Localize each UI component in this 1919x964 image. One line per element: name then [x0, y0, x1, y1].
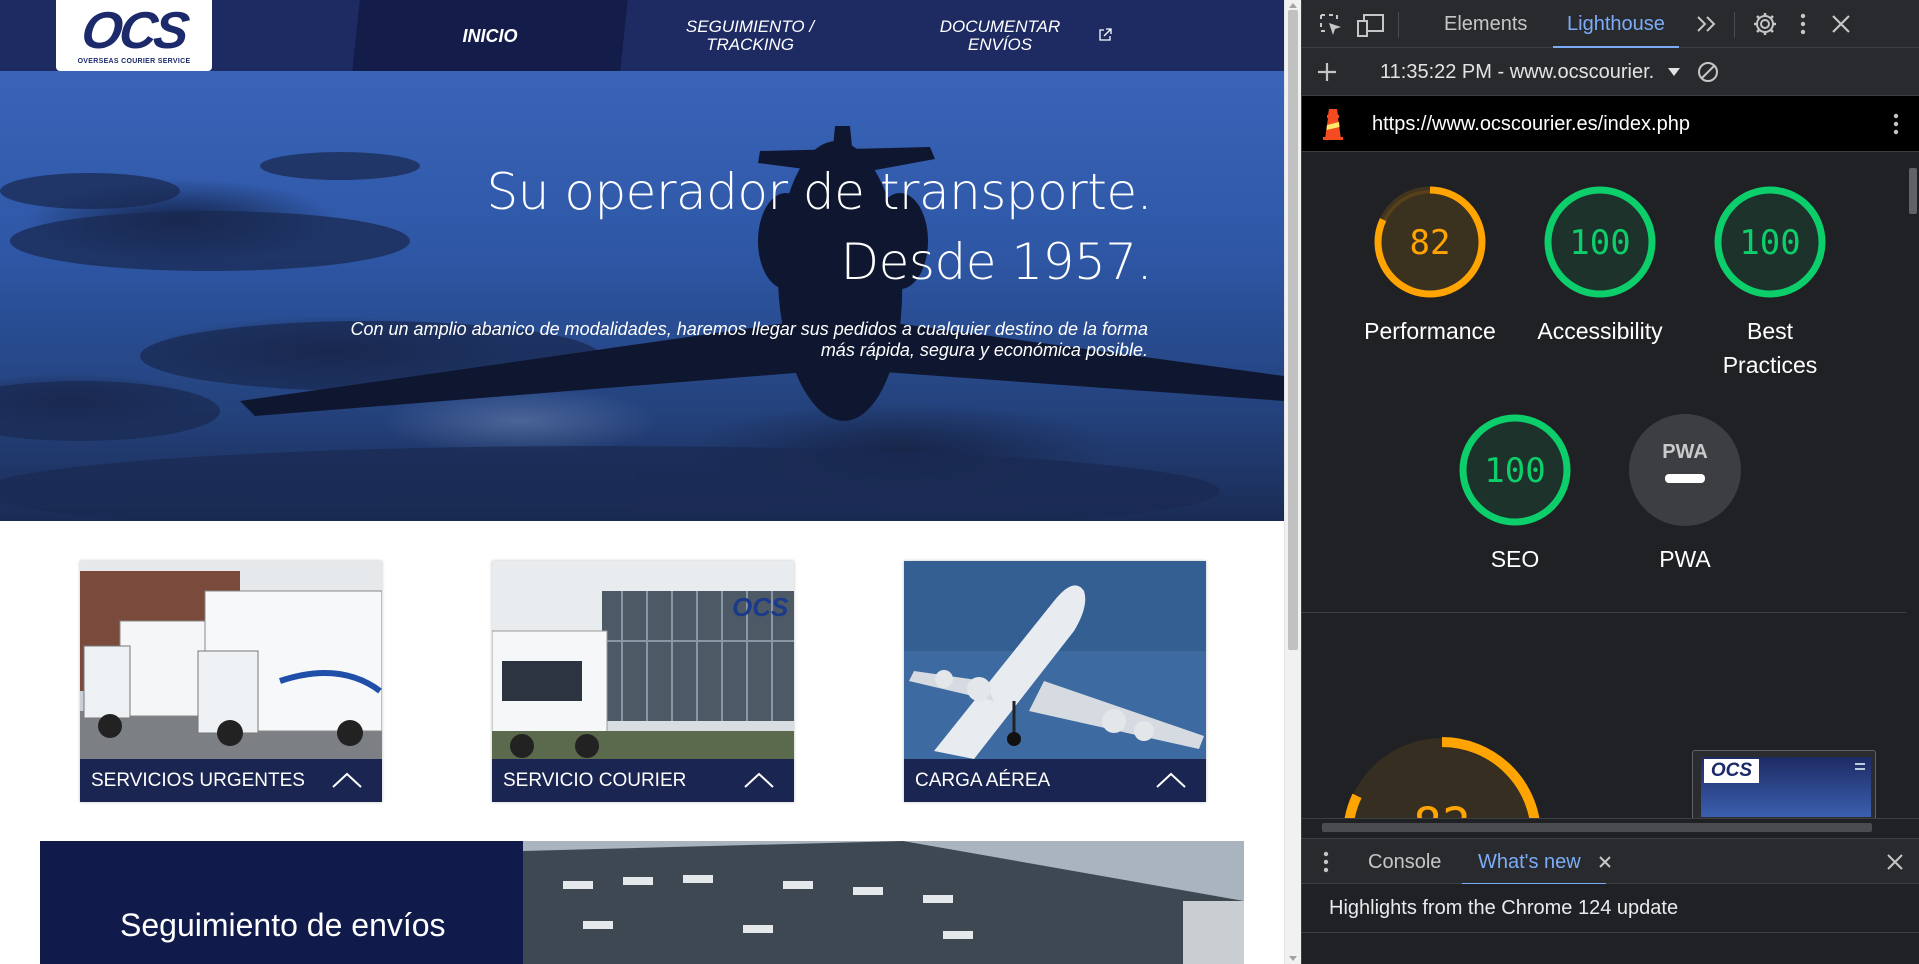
gauge-ring: 82	[1374, 186, 1486, 298]
website-scrollbar[interactable]	[1284, 0, 1301, 964]
website-viewport: OCS OVERSEAS COURIER SERVICE INICIO SEGU…	[0, 0, 1284, 964]
score-gauge-pwa[interactable]: PWA PWA	[1600, 412, 1770, 576]
warehouse-truck-image: OCS	[492, 561, 794, 759]
devtools-toolbar: Elements Lighthouse	[1302, 0, 1919, 48]
score-value: 100	[1739, 223, 1800, 263]
score-gauge-seo[interactable]: 100 SEO	[1430, 412, 1600, 576]
svg-text:OCS: OCS	[732, 592, 789, 622]
score-value: 100	[1484, 451, 1545, 491]
close-drawer-icon[interactable]	[1886, 853, 1904, 871]
svg-text:PWA: PWA	[1662, 441, 1708, 463]
drawer-tab-whats-new[interactable]: What's new	[1478, 839, 1581, 885]
large-performance-gauge: 82	[1343, 737, 1541, 818]
close-tab-icon[interactable]	[1598, 855, 1612, 869]
score-label: Performance	[1364, 318, 1496, 344]
whats-new-panel: Highlights from the Chrome 124 update	[1302, 884, 1919, 964]
trucks-image	[80, 561, 382, 759]
scrollbar-thumb[interactable]	[1909, 168, 1917, 214]
report-vertical-scrollbar[interactable]	[1906, 152, 1919, 818]
tracking-title: Seguimiento de envíos	[120, 907, 446, 943]
tab-elements[interactable]: Elements	[1444, 0, 1527, 48]
score-gauge-accessibility[interactable]: 100 Accessibility	[1515, 184, 1685, 348]
scroll-up-arrow-icon[interactable]	[1289, 3, 1297, 8]
whats-new-headline[interactable]: Highlights from the Chrome 124 update	[1329, 894, 1678, 922]
scrollbar-thumb[interactable]	[1322, 823, 1872, 832]
dropdown-arrow-icon[interactable]	[1668, 68, 1680, 76]
chevron-up-icon[interactable]	[1156, 772, 1186, 788]
card-servicio-courier[interactable]: OCS SERVICIO COURIER	[492, 561, 794, 802]
score-gauge-performance[interactable]: 82 Performance	[1345, 184, 1515, 348]
score-label: Best Practices	[1722, 318, 1818, 378]
score-value: 82	[1410, 223, 1451, 263]
divider	[1302, 932, 1919, 933]
score-label: Accessibility	[1537, 318, 1663, 344]
cargo-plane-image	[904, 561, 1206, 759]
gauge-ring: 100	[1459, 414, 1571, 526]
drawer-tabbar: Console What's new	[1302, 838, 1919, 885]
device-toolbar-icon[interactable]	[1356, 12, 1386, 38]
logo-mark: OCS	[78, 2, 190, 60]
chevron-up-icon[interactable]	[332, 772, 362, 788]
hero-title: Su operador de transporte. Desde 1957.	[252, 157, 1153, 297]
section-divider	[1302, 612, 1906, 613]
page-screenshot-thumbnail[interactable]: OCS	[1692, 750, 1876, 818]
site-navbar: OCS OVERSEAS COURIER SERVICE INICIO SEGU…	[0, 0, 1284, 71]
pwa-badge-icon: PWA	[1629, 414, 1741, 526]
report-url: https://www.ocscourier.es/index.php	[1372, 113, 1690, 135]
nav-seguimiento[interactable]: SEGUIMIENTO / TRACKING	[660, 0, 840, 71]
hero-subtitle: Con un amplio abanico de modalidades, ha…	[350, 319, 1148, 360]
report-selector[interactable]: 11:35:22 PM - www.ocscourier.	[1380, 48, 1654, 96]
tab-lighthouse[interactable]: Lighthouse	[1553, 0, 1679, 48]
report-menu-kebab-icon[interactable]	[1892, 112, 1900, 136]
drawer-tab-console[interactable]: Console	[1368, 839, 1441, 885]
report-url-bar: https://www.ocscourier.es/index.php	[1302, 96, 1919, 152]
score-gauge-best-practices[interactable]: 100 Best Practices	[1685, 184, 1855, 382]
hero-banner: Su operador de transporte. Desde 1957. C…	[0, 71, 1284, 521]
card-servicios-urgentes[interactable]: SERVICIOS URGENTES	[80, 561, 382, 802]
drawer-menu-kebab-icon[interactable]	[1322, 850, 1330, 874]
settings-gear-icon[interactable]	[1752, 11, 1778, 37]
score-label: SEO	[1490, 546, 1540, 572]
card-carga-aerea[interactable]: CARGA AÉREA	[904, 561, 1206, 802]
lighthouse-report: 82 Performance 100 Accessibility 100 Bes…	[1302, 152, 1906, 818]
chevron-up-icon[interactable]	[744, 772, 774, 788]
warehouse-image	[523, 841, 1244, 964]
clear-reports-icon[interactable]	[1696, 60, 1720, 84]
tracking-section: Seguimiento de envíos	[40, 841, 1244, 964]
toolbar-separator	[1734, 12, 1735, 38]
score-value: 100	[1569, 223, 1630, 263]
hero-title-line-1: Su operador de transporte.	[486, 163, 1153, 221]
gauge-ring: 100	[1544, 186, 1656, 298]
hero-title-line-2: Desde 1957.	[840, 233, 1153, 291]
close-devtools-icon[interactable]	[1830, 13, 1852, 35]
nav-documentar[interactable]: DOCUMENTAR ENVÍOS	[910, 0, 1090, 71]
external-link-icon	[1099, 28, 1112, 41]
lighthouse-toolbar: 11:35:22 PM - www.ocscourier.	[1302, 48, 1919, 96]
devtools-panel: Elements Lighthouse 11:35:22 PM - www.oc…	[1301, 0, 1919, 964]
gauge-ring: 100	[1714, 186, 1826, 298]
large-score-value: 82	[1413, 798, 1471, 818]
more-tabs-chevron-icon[interactable]	[1696, 15, 1718, 33]
scrollbar-thumb[interactable]	[1288, 10, 1298, 650]
more-options-kebab-icon[interactable]	[1798, 11, 1808, 37]
nav-inicio[interactable]: INICIO	[380, 0, 600, 71]
score-label: PWA	[1659, 546, 1711, 572]
new-report-plus-icon[interactable]	[1316, 61, 1338, 83]
hamburger-menu-icon	[1855, 763, 1865, 770]
toolbar-separator	[1398, 12, 1399, 38]
lighthouse-icon	[1323, 109, 1343, 140]
thumbnail-logo: OCS	[1704, 759, 1759, 783]
tracking-panel: Seguimiento de envíos	[40, 841, 523, 964]
scroll-down-arrow-icon[interactable]	[1289, 956, 1297, 961]
ocs-logo[interactable]: OCS OVERSEAS COURIER SERVICE	[56, 0, 212, 71]
inspect-element-icon[interactable]	[1318, 12, 1344, 38]
report-horizontal-scrollbar[interactable]	[1302, 818, 1919, 836]
